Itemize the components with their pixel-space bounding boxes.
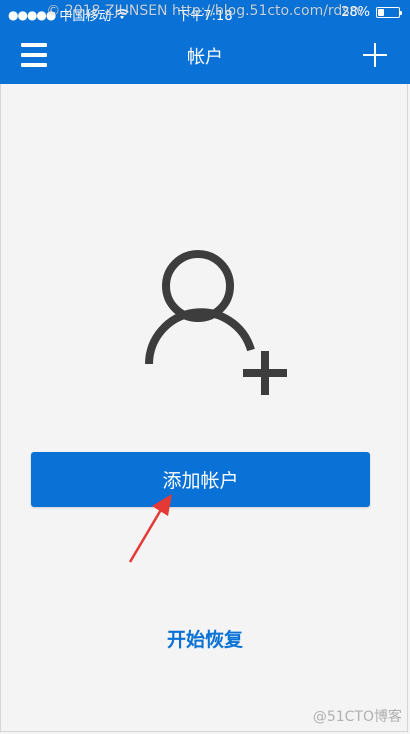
battery-icon bbox=[376, 7, 402, 18]
nav-bar: 帐户 bbox=[0, 26, 410, 84]
start-restore-button[interactable]: 开始恢复 bbox=[0, 625, 410, 652]
battery-fill bbox=[378, 9, 384, 16]
hamburger-icon[interactable] bbox=[21, 43, 47, 67]
add-account-button[interactable]: 添加帐户 bbox=[31, 452, 370, 507]
add-user-icon bbox=[145, 250, 287, 395]
battery-percent: 28% bbox=[341, 5, 370, 20]
status-bar: ●●●●● 中国移动 下午7:18 28% © 2018 ZJUNSEN htt… bbox=[0, 0, 410, 26]
watermark-bottom: @51CTO博客 bbox=[312, 709, 402, 725]
page-title: 帐户 bbox=[187, 47, 223, 68]
status-right: 28% bbox=[341, 5, 402, 20]
plus-icon[interactable] bbox=[362, 42, 388, 68]
